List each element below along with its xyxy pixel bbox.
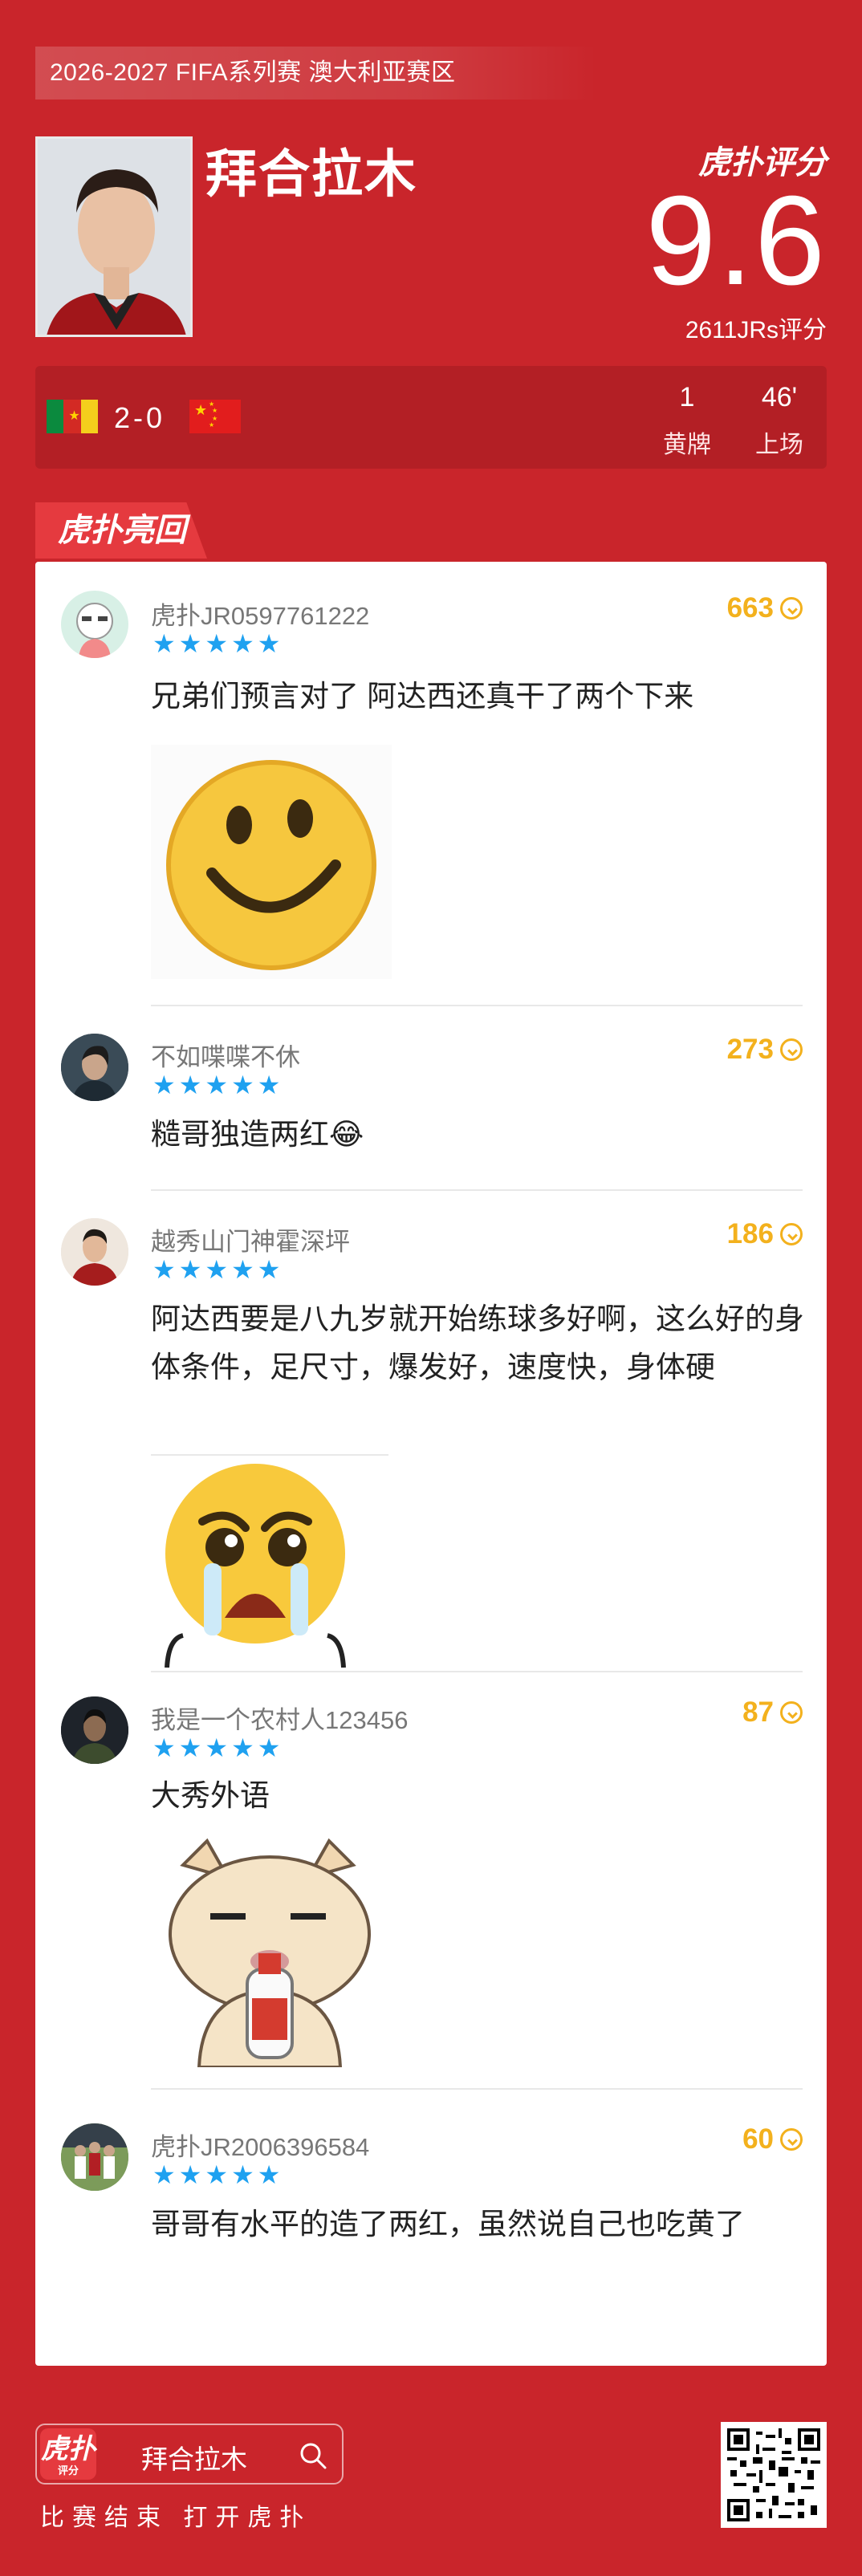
minutes-label: 上场 <box>755 432 803 458</box>
minutes-value: 46' <box>761 382 798 412</box>
like-number: 663 <box>726 592 774 624</box>
star-icon: ★ <box>205 1071 229 1099</box>
star-icon: ★ <box>152 2160 176 2189</box>
smile-face-sticker <box>151 745 392 983</box>
star-icon: ★ <box>205 629 229 658</box>
bulb-icon <box>780 1038 803 1061</box>
bulb-icon <box>780 1701 803 1724</box>
star-icon: ★ <box>178 2160 202 2189</box>
like-number: 273 <box>726 1034 774 1065</box>
bulb-icon <box>780 1223 803 1245</box>
section-tag: 虎扑亮回复 <box>35 502 207 559</box>
player-rating: 9.6 <box>645 170 827 311</box>
username[interactable]: 越秀山门神霍深坪 <box>151 1221 350 1258</box>
star-icon: ★ <box>257 629 281 658</box>
match-score: 2-0 <box>114 401 166 434</box>
like-count[interactable]: 273 <box>727 1034 803 1066</box>
username[interactable]: 不如喋喋不休 <box>151 1037 300 1073</box>
rating-stars: ★ ★ ★ ★ ★ <box>152 631 280 656</box>
like-number: 186 <box>726 1218 774 1249</box>
avatar[interactable] <box>61 1034 128 1101</box>
sticker-divider <box>151 1454 388 1456</box>
username[interactable]: 虎扑JR2006396584 <box>151 2127 369 2163</box>
bulb-icon <box>780 2128 803 2151</box>
star-icon: ★ <box>205 1255 229 1284</box>
star-icon: ★ <box>178 1255 202 1284</box>
star-icon: ★ <box>231 1071 254 1099</box>
player-name: 拜合拉木 <box>205 145 417 203</box>
hupu-logo: 虎扑 评分 <box>40 2428 96 2480</box>
like-count[interactable]: 87 <box>742 1696 803 1729</box>
star-icon: ★ <box>257 1733 281 1762</box>
username[interactable]: 虎扑JR0597761222 <box>151 595 369 632</box>
star-icon: ★ <box>178 629 202 658</box>
bulb-icon <box>780 597 803 620</box>
rating-stars: ★ ★ ★ ★ ★ <box>152 2162 280 2188</box>
star-icon: ★ <box>231 2160 254 2189</box>
star-icon: ★ <box>231 1733 254 1762</box>
avatar[interactable] <box>61 1218 128 1286</box>
player-photo <box>35 136 193 337</box>
star-icon: ★ <box>231 1255 254 1284</box>
star-icon: ★ <box>178 1733 202 1762</box>
star-icon: ★ <box>178 1071 202 1099</box>
star-icon: ★ <box>231 629 254 658</box>
yellow-card-count: 1 <box>679 382 695 412</box>
rating-stars: ★ ★ ★ ★ ★ <box>152 1072 280 1098</box>
username[interactable]: 我是一个农村人123456 <box>151 1700 408 1736</box>
star-icon: ★ <box>205 1733 229 1762</box>
yellow-card-label: 黄牌 <box>663 432 711 458</box>
comments-card: 虎扑JR0597761222 ★ ★ ★ ★ ★ 663 兄弟们预言对了 阿达西还真干了… <box>35 562 827 2366</box>
cameroon-flag-icon: ★ <box>47 400 98 433</box>
star-icon: ★ <box>152 1071 176 1099</box>
rating-stars: ★ ★ ★ ★ ★ <box>152 1257 280 1282</box>
avatar[interactable] <box>61 591 128 658</box>
star-icon: ★ <box>257 1071 281 1099</box>
like-number: 60 <box>742 2123 774 2155</box>
china-flag-icon: ★ ★ ★ ★ ★ <box>189 400 241 433</box>
star-icon: ★ <box>257 1255 281 1284</box>
footer-slogan: 比赛结束 打开虎扑 <box>40 2505 312 2531</box>
crying-face-sticker <box>151 1457 388 1672</box>
comment-text: 大秀外语 <box>151 1779 270 1812</box>
comment-text: 阿达西要是八九岁就开始练球多好啊，这么好的身体条件，足尺寸，爆发好，速度快，身体… <box>151 1302 804 1383</box>
like-count[interactable]: 186 <box>727 1218 803 1250</box>
search-term: 拜合拉木 <box>141 2444 247 2474</box>
comment-divider <box>151 1671 803 1672</box>
like-count[interactable]: 663 <box>727 592 803 624</box>
search-icon[interactable] <box>299 2441 327 2474</box>
comment-divider <box>151 1005 803 1006</box>
avatar[interactable] <box>61 2123 128 2191</box>
comment-text: 兄弟们预言对了 阿达西还真干了两个下来 <box>151 680 694 713</box>
rating-count: 2611JRs评分 <box>685 317 827 343</box>
comment-text: 糙哥独造两红😂 <box>151 1118 364 1151</box>
logo-subtext: 评分 <box>57 2464 79 2476</box>
qr-code[interactable] <box>721 2422 827 2528</box>
rating-stars: ★ ★ ★ ★ ★ <box>152 1735 280 1761</box>
comment-divider <box>151 2088 803 2090</box>
star-icon: ★ <box>152 629 176 658</box>
star-icon: ★ <box>205 2160 229 2189</box>
shiba-dog-drinking-sticker <box>151 1833 388 2071</box>
yellow-card-stat: 1 黄牌 <box>655 382 719 460</box>
logo-text: 虎扑 <box>41 2434 96 2464</box>
like-number: 87 <box>742 1696 774 1728</box>
star-icon: ★ <box>152 1733 176 1762</box>
minutes-stat: 46' 上场 <box>743 382 815 460</box>
star-icon: ★ <box>257 2160 281 2189</box>
star-icon: ★ <box>152 1255 176 1284</box>
avatar[interactable] <box>61 1696 128 1764</box>
competition-banner: 2026-2027 FIFA系列赛 澳大利亚赛区 <box>35 47 597 100</box>
comment-divider <box>151 1189 803 1191</box>
comment-text: 哥哥有水平的造了两红，虽然说自己也吃黄了 <box>151 2208 745 2241</box>
like-count[interactable]: 60 <box>742 2123 803 2155</box>
